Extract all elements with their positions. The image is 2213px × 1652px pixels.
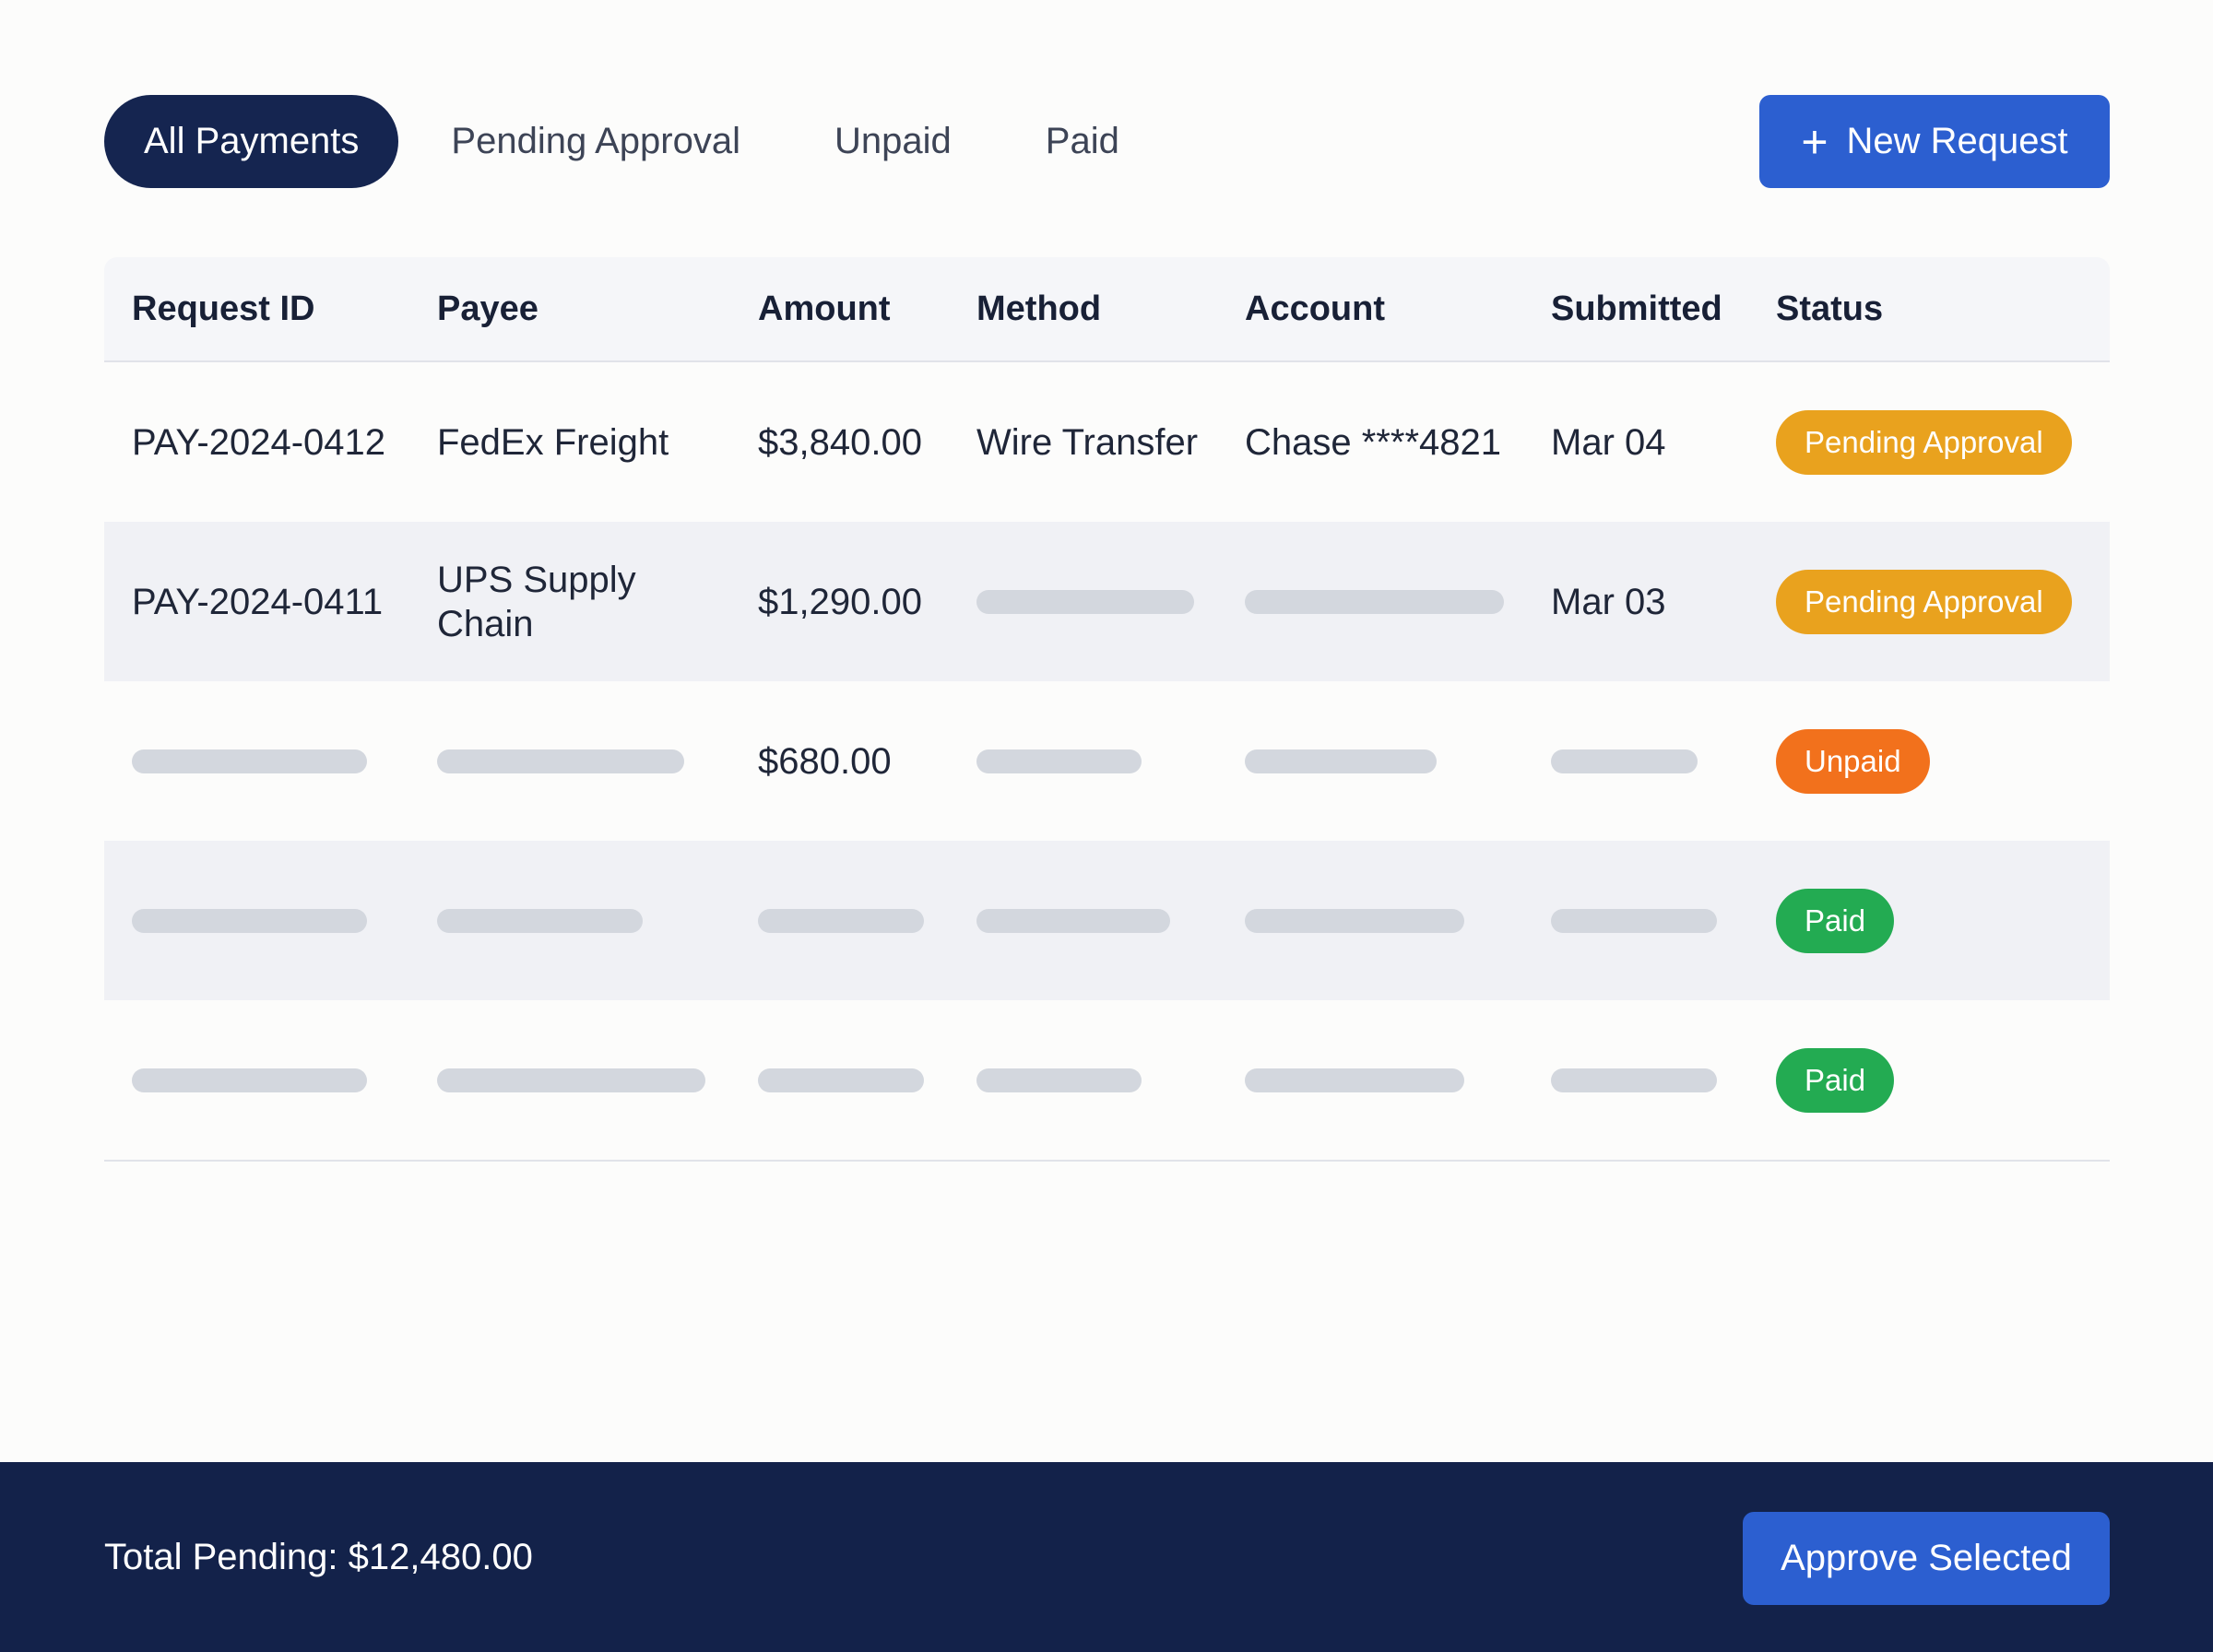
approve-selected-button[interactable]: Approve Selected xyxy=(1743,1512,2110,1605)
cell-request-id xyxy=(132,841,367,1000)
cell-request-id xyxy=(132,1000,367,1160)
skeleton-placeholder xyxy=(437,749,684,773)
skeleton-placeholder xyxy=(1551,749,1698,773)
table-body: PAY-2024-0412 FedEx Freight $3,840.00 Wire … xyxy=(104,362,2110,1160)
cell-status: Unpaid xyxy=(1776,681,1930,841)
cell-status: Paid xyxy=(1776,841,1895,1000)
skeleton-placeholder xyxy=(132,749,367,773)
cell-amount xyxy=(758,1000,924,1160)
cell-method xyxy=(976,681,1142,841)
summary-footer: Total Pending: $12,480.00 Approve Select… xyxy=(0,1462,2213,1652)
cell-status: Pending Approval xyxy=(1776,362,2072,522)
skeleton-placeholder xyxy=(1551,1068,1717,1092)
skeleton-placeholder xyxy=(758,908,924,933)
cell-request-id xyxy=(132,681,367,841)
cell-submitted: Mar 04 xyxy=(1551,421,1666,463)
skeleton-placeholder xyxy=(976,908,1170,933)
status-badge: Unpaid xyxy=(1776,728,1930,794)
skeleton-placeholder xyxy=(1245,589,1504,614)
tab-unpaid[interactable]: Unpaid xyxy=(834,95,952,188)
skeleton-placeholder xyxy=(758,1068,924,1092)
payee-name-line: FedEx Freight xyxy=(437,421,669,463)
cell-method xyxy=(976,841,1170,1000)
status-badge: Paid xyxy=(1776,1047,1895,1113)
tab-all-payments[interactable]: All Payments xyxy=(104,95,399,188)
table-header: Request ID Payee Amount Method Account S… xyxy=(104,257,2110,362)
cell-submitted xyxy=(1551,1000,1717,1160)
cell-account xyxy=(1245,841,1464,1000)
new-request-button[interactable]: + New Request xyxy=(1759,95,2110,188)
column-header-payee[interactable]: Payee xyxy=(437,257,538,360)
skeleton-placeholder xyxy=(437,908,643,933)
status-badge: Pending Approval xyxy=(1776,569,2072,634)
column-header-account[interactable]: Account xyxy=(1245,257,1385,360)
table-row[interactable]: $680.00 Unpaid xyxy=(104,681,2110,841)
cell-status: Paid xyxy=(1776,1000,1895,1160)
tab-pending-approval[interactable]: Pending Approval xyxy=(451,95,740,188)
column-header-amount[interactable]: Amount xyxy=(758,257,891,360)
new-request-label: New Request xyxy=(1846,121,2068,161)
payee-name: UPS Supply Chain xyxy=(437,558,636,646)
cell-status: Pending Approval xyxy=(1776,522,2072,681)
tab-paid[interactable]: Paid xyxy=(1046,95,1119,188)
cell-amount xyxy=(758,841,924,1000)
cell-payee: FedEx Freight xyxy=(437,362,669,522)
status-badge: Pending Approval xyxy=(1776,409,2072,475)
table-row[interactable]: Paid xyxy=(104,1000,2110,1160)
table-row[interactable]: Paid xyxy=(104,841,2110,1000)
payee-name-line: Chain xyxy=(437,603,534,644)
cell-method: Wire Transfer xyxy=(976,421,1199,463)
skeleton-placeholder xyxy=(1245,908,1464,933)
cell-method xyxy=(976,1000,1142,1160)
table-row[interactable]: PAY-2024-0411 UPS Supply Chain $1,290.00 Mar… xyxy=(104,522,2110,681)
total-pending-label: Total Pending: $12,480.00 xyxy=(104,1536,533,1577)
column-header-status[interactable]: Status xyxy=(1776,257,1883,360)
cell-submitted: Mar 03 xyxy=(1551,581,1666,622)
skeleton-placeholder xyxy=(976,589,1194,614)
cell-payee xyxy=(437,1000,705,1160)
payment-filter-tabs: All Payments Pending Approval Unpaid Pai… xyxy=(104,95,1119,188)
cell-request-id: PAY-2024-0412 xyxy=(132,421,386,463)
cell-method xyxy=(976,522,1194,681)
cell-payee xyxy=(437,681,684,841)
status-badge: Paid xyxy=(1776,888,1895,953)
column-header-request-id[interactable]: Request ID xyxy=(132,257,314,360)
plus-icon: + xyxy=(1801,115,1828,168)
payee-name-line: UPS Supply xyxy=(437,559,636,600)
cell-amount: $680.00 xyxy=(758,740,892,782)
cell-submitted xyxy=(1551,681,1698,841)
skeleton-placeholder xyxy=(437,1068,705,1092)
skeleton-placeholder xyxy=(1245,1068,1464,1092)
payee-name: FedEx Freight xyxy=(437,420,669,465)
skeleton-placeholder xyxy=(132,908,367,933)
cell-account: Chase ****4821 xyxy=(1245,421,1501,463)
cell-request-id: PAY-2024-0411 xyxy=(132,581,384,622)
cell-account xyxy=(1245,522,1504,681)
cell-account xyxy=(1245,681,1437,841)
cell-account xyxy=(1245,1000,1464,1160)
cell-submitted xyxy=(1551,841,1717,1000)
skeleton-placeholder xyxy=(132,1068,367,1092)
column-header-submitted[interactable]: Submitted xyxy=(1551,257,1722,360)
cell-payee: UPS Supply Chain xyxy=(437,522,636,681)
skeleton-placeholder xyxy=(1551,908,1717,933)
cell-payee xyxy=(437,841,643,1000)
skeleton-placeholder xyxy=(976,1068,1142,1092)
payments-table: Request ID Payee Amount Method Account S… xyxy=(104,257,2110,1162)
cell-amount: $3,840.00 xyxy=(758,421,922,463)
skeleton-placeholder xyxy=(1245,749,1437,773)
table-row[interactable]: PAY-2024-0412 FedEx Freight $3,840.00 Wire … xyxy=(104,362,2110,522)
column-header-method[interactable]: Method xyxy=(976,257,1101,360)
skeleton-placeholder xyxy=(976,749,1142,773)
table-bottom-divider xyxy=(104,1160,2110,1162)
cell-amount: $1,290.00 xyxy=(758,581,922,622)
